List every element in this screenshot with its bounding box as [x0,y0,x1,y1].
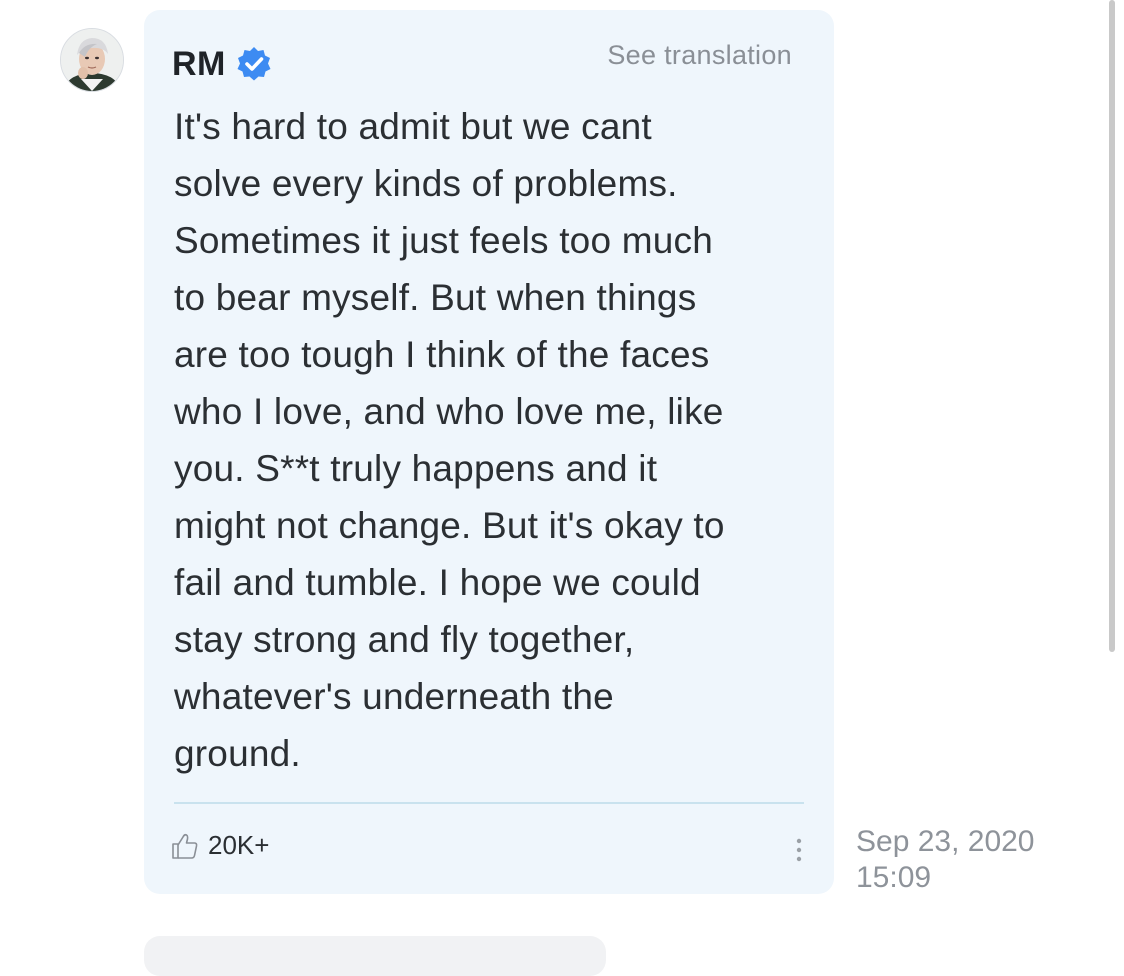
thumbs-up-icon [170,831,200,861]
avatar-image [61,29,123,91]
see-translation-link[interactable]: See translation [607,40,792,71]
author-name[interactable]: RM [172,45,226,84]
verified-badge-icon [236,46,272,82]
scrollbar[interactable] [1106,0,1118,660]
like-count: 20K+ [208,830,270,860]
comment-bubble: RM See translation It's hard to admit bu… [144,10,834,894]
timestamp-time: 15:09 [856,861,932,894]
timestamp: Sep 23, 2020 15:09 [856,824,1035,896]
more-vertical-icon[interactable] [792,836,806,866]
timestamp-date: Sep 23, 2020 [856,825,1035,858]
author-row: RM [172,44,272,84]
post-body: It's hard to admit but we cant solve eve… [174,106,725,774]
next-comment-bubble [144,936,606,976]
scrollbar-thumb[interactable] [1109,0,1115,652]
like-button[interactable]: 20K+ [170,830,269,861]
divider [174,802,804,804]
avatar[interactable] [60,28,124,92]
